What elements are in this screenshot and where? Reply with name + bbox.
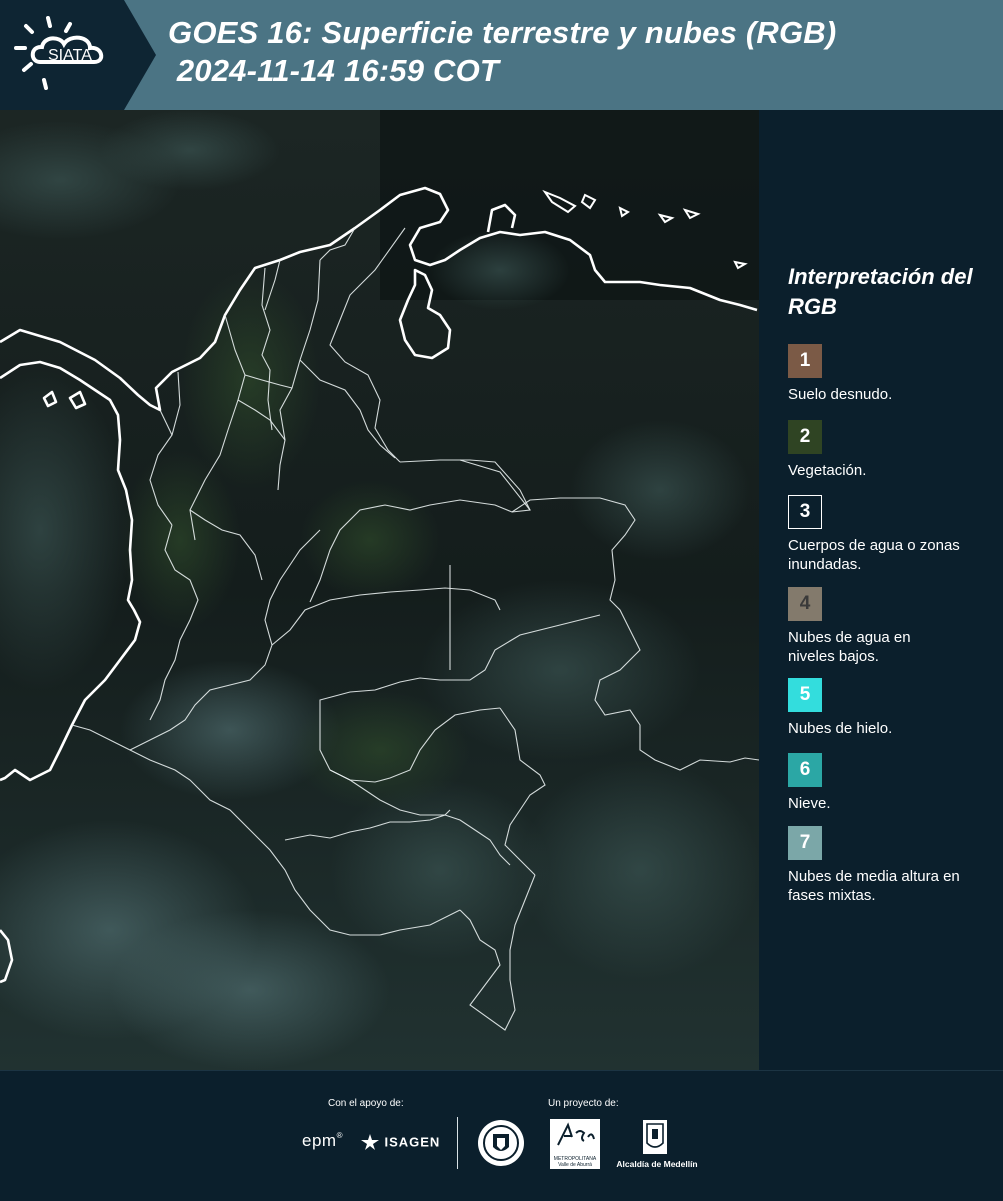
- legend-swatch-number: 2: [799, 426, 811, 447]
- legend-label: Cuerpos de agua o zonas inundadas.: [788, 537, 960, 573]
- siata-logo[interactable]: SIATA: [0, 0, 156, 110]
- svg-text:SIATA: SIATA: [48, 47, 92, 64]
- alcaldia-text: Alcaldía de Medellín: [616, 1159, 698, 1169]
- legend-swatch-number: 4: [799, 593, 811, 614]
- epm-text: epm: [302, 1131, 337, 1150]
- title-line-1: GOES 16: Superficie terrestre y nubes (R…: [168, 15, 837, 50]
- support-label: Con el apoyo de:: [328, 1098, 404, 1109]
- title-line-2: 2024-11-14 16:59 COT: [168, 53, 500, 88]
- legend-swatch-4: 4: [788, 587, 822, 621]
- sun-cloud-logo-icon: SIATA: [14, 16, 104, 90]
- legend-swatch-2: 2: [788, 420, 822, 454]
- legend-item-ice-clouds: 5 Nubes de hielo.: [788, 678, 998, 738]
- footer-divider: [457, 1117, 458, 1169]
- legend-item-snow: 6 Nieve.: [788, 753, 998, 813]
- area-metropolitana-logo[interactable]: METROPOLITANA Valle de Aburrá: [550, 1119, 600, 1169]
- valle-text: Valle de Aburrá: [558, 1162, 592, 1168]
- isagen-star-icon: [361, 1134, 379, 1150]
- legend-label: Nubes de media altura en fases mixtas.: [788, 868, 960, 904]
- legend-label: Suelo desnudo.: [788, 386, 893, 403]
- medellin-seal-logo[interactable]: [477, 1119, 525, 1172]
- legend-swatch-number: 3: [799, 501, 811, 522]
- legend-item-vegetation: 2 Vegetación.: [788, 420, 998, 480]
- isagen-text: ISAGEN: [384, 1134, 441, 1150]
- legend-item-water-bodies: 3 Cuerpos de agua o zonas inundadas.: [788, 495, 998, 574]
- legend-swatch-number: 1: [799, 350, 811, 371]
- legend-label: Nubes de hielo.: [788, 720, 893, 737]
- isagen-logo[interactable]: ISAGEN: [360, 1133, 440, 1151]
- legend-swatch-7: 7: [788, 826, 822, 860]
- legend-item-mid-mixed-clouds: 7 Nubes de media altura en fases mixtas.: [788, 826, 998, 905]
- legend-item-low-water-clouds: 4 Nubes de agua en niveles bajos.: [788, 587, 998, 666]
- header-bar: SIATA GOES 16: Superficie terrestre y nu…: [0, 0, 1003, 110]
- legend-swatch-number: 7: [799, 832, 811, 853]
- legend-swatch-6: 6: [788, 753, 822, 787]
- legend-panel: Interpretación del RGB 1 Suelo desnudo. …: [759, 110, 1003, 1070]
- satellite-map[interactable]: [0, 110, 759, 1070]
- legend-swatch-number: 5: [799, 684, 811, 705]
- legend-swatch-3: 3: [788, 495, 822, 529]
- project-label: Un proyecto de:: [548, 1098, 619, 1109]
- legend-label: Nieve.: [788, 795, 831, 812]
- legend-swatch-number: 6: [799, 759, 811, 780]
- map-canvas: [0, 110, 759, 1070]
- alcaldia-logo[interactable]: Alcaldía de Medellín: [612, 1119, 702, 1169]
- legend-swatch-5: 5: [788, 678, 822, 712]
- page-title: GOES 16: Superficie terrestre y nubes (R…: [168, 14, 836, 90]
- legend-label: Vegetación.: [788, 462, 867, 479]
- footer: Con el apoyo de: Un proyecto de: epm® IS…: [0, 1070, 1003, 1201]
- legend-label: Nubes de agua en niveles bajos.: [788, 629, 911, 665]
- epm-logo[interactable]: epm®: [302, 1131, 342, 1151]
- seal-icon: [478, 1120, 524, 1166]
- legend-title: Interpretación del RGB: [788, 264, 973, 319]
- legend-item-bare-soil: 1 Suelo desnudo.: [788, 344, 998, 404]
- legend-swatch-1: 1: [788, 344, 822, 378]
- area-logo-icon: [557, 1122, 595, 1146]
- alcaldia-shield-icon: [643, 1120, 667, 1154]
